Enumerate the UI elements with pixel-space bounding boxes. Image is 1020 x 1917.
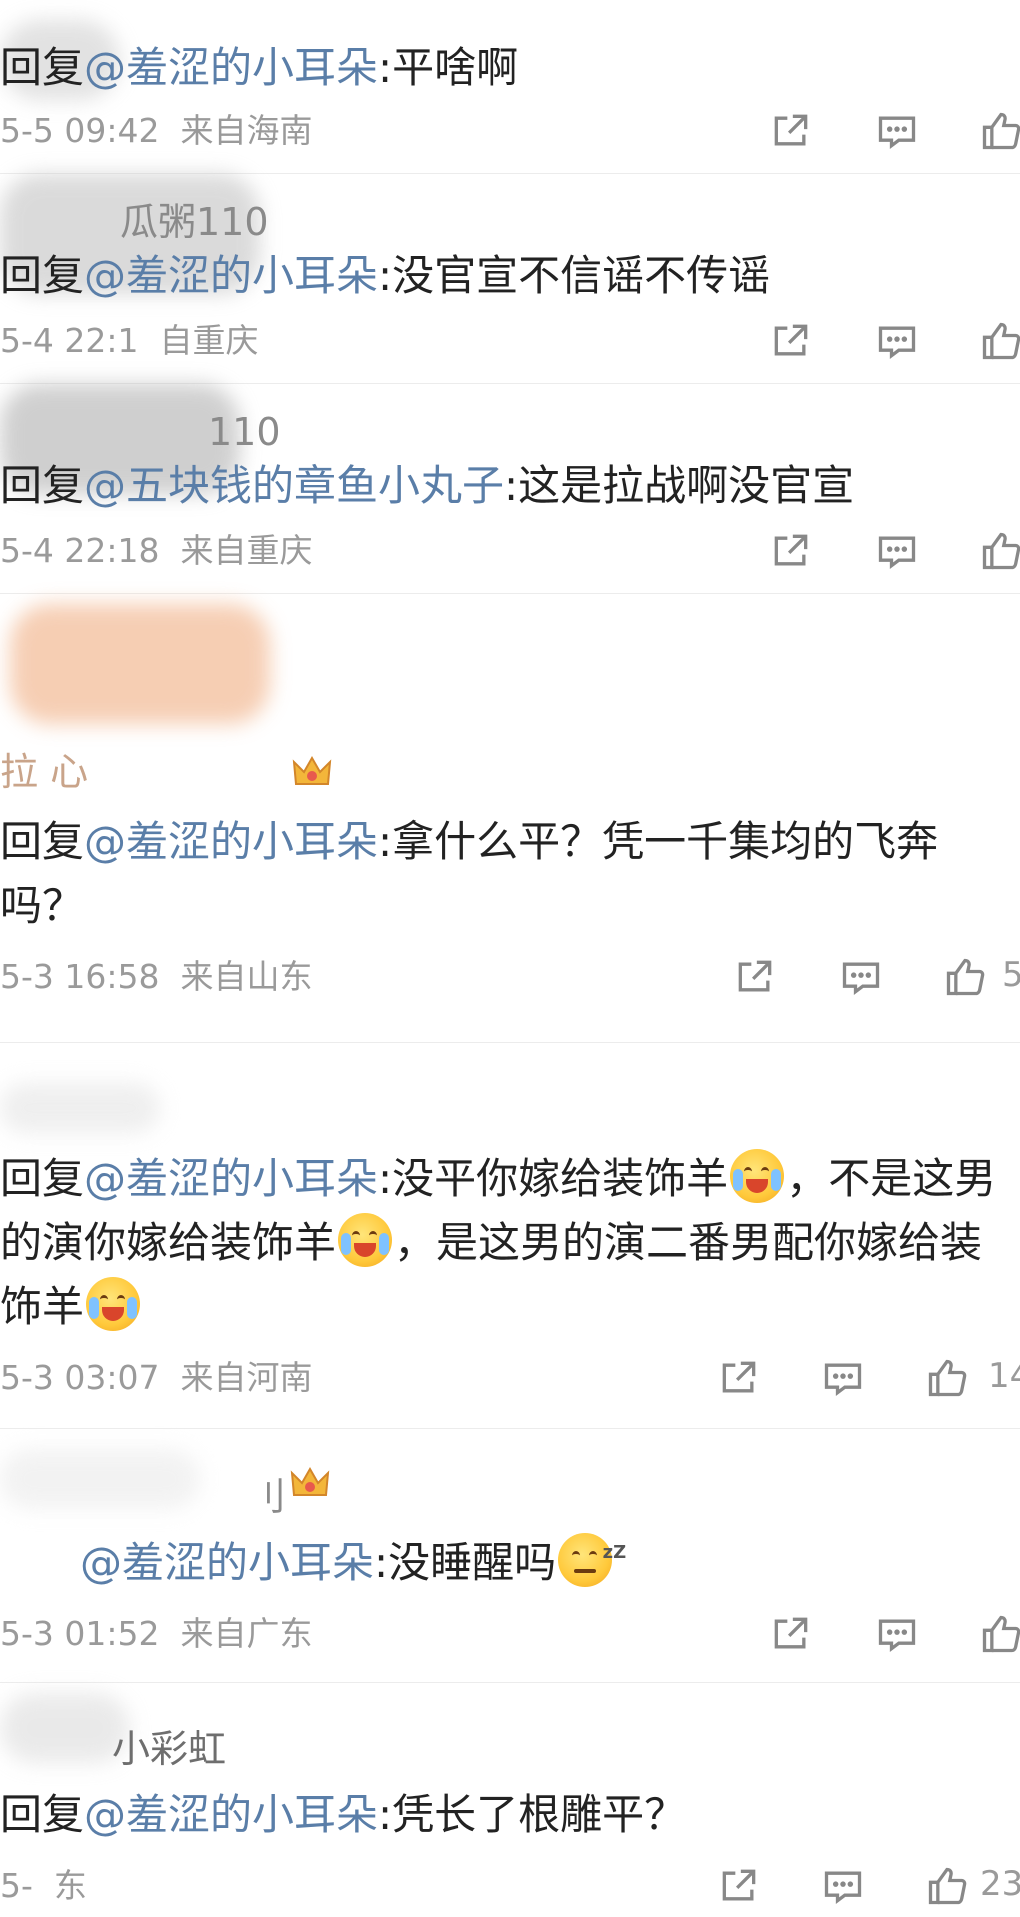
- thumbs-up-icon: [928, 1867, 967, 1905]
- share-button[interactable]: [766, 106, 816, 156]
- like-button[interactable]: [922, 1861, 972, 1911]
- comment-text: 回复@羞涩的小耳朵:凭长了根雕平？: [0, 1790, 687, 1839]
- thumbs-up-icon: [946, 958, 985, 996]
- comment-text: 回复@羞涩的小耳朵:没平你嫁给装饰羊 ，不是这男的演你嫁给装饰羊 ，是这男的演二番男…: [0, 1147, 1010, 1339]
- share-icon: [722, 1869, 756, 1901]
- comment-text: 回复@羞涩的小耳朵:平啥啊: [0, 43, 519, 92]
- comment-item: 拉 心 回复@羞涩的小耳朵:拿什么平？凭一千集均的飞奔吗？ 5-3 16:58 …: [0, 594, 1020, 1042]
- comment-item: 回复@羞涩的小耳朵:平啥啊 5-5 09:42 来自海南: [0, 0, 1020, 174]
- like-button[interactable]: [922, 1353, 972, 1403]
- comment-username[interactable]: 瓜粥110: [120, 196, 269, 248]
- mention-link[interactable]: @羞涩的小耳朵: [80, 1538, 374, 1587]
- sleepy-emoji-icon: zZ: [558, 1533, 626, 1587]
- laugh-cry-emoji-icon: [730, 1149, 785, 1203]
- comment-item: 刂 @羞涩的小耳朵:没睡醒吗 zZ 5-3 01:52 来自广东: [0, 1429, 1020, 1683]
- comment-icon: [878, 1619, 916, 1652]
- mention-link[interactable]: @羞涩的小耳朵: [84, 1154, 378, 1203]
- like-count: 23: [980, 1864, 1020, 1904]
- comment-button[interactable]: [818, 1353, 868, 1403]
- thumbs-up-icon: [982, 112, 1020, 150]
- mention-link[interactable]: @羞涩的小耳朵: [84, 43, 378, 92]
- share-icon: [774, 1617, 808, 1649]
- laugh-cry-emoji-icon: [86, 1277, 141, 1331]
- comment-text: @羞涩的小耳朵:没睡醒吗 zZ: [80, 1531, 1010, 1595]
- like-button[interactable]: [976, 1609, 1020, 1659]
- share-button[interactable]: [766, 1609, 816, 1659]
- like-count: 14: [988, 1356, 1020, 1396]
- comment-text: 回复@羞涩的小耳朵:拿什么平？凭一千集均的飞奔吗？: [0, 817, 939, 930]
- share-icon: [774, 534, 808, 566]
- comment-icon: [878, 536, 916, 569]
- comment-button[interactable]: [818, 1861, 868, 1911]
- comment-icon: [878, 116, 916, 149]
- mention-link[interactable]: @羞涩的小耳朵: [84, 817, 378, 866]
- share-button[interactable]: [714, 1861, 764, 1911]
- thumbs-up-icon: [928, 1359, 967, 1397]
- comment-username[interactable]: 拉 心: [0, 746, 88, 798]
- comment-item: 110 回复@五块钱的章鱼小丸子:这是拉战啊没官宣 5-4 22:18 来自重庆: [0, 384, 1020, 594]
- comment-icon: [842, 962, 880, 995]
- like-button[interactable]: [976, 316, 1020, 366]
- comment-button[interactable]: [872, 106, 922, 156]
- thumbs-up-icon: [982, 322, 1020, 360]
- comment-item: 瓜粥110 回复@羞涩的小耳朵:没官宣不信谣不传谣 5-4 22:1 自重庆: [0, 174, 1020, 384]
- mention-link[interactable]: @羞涩的小耳朵: [84, 1790, 378, 1839]
- share-button[interactable]: [766, 316, 816, 366]
- mention-link[interactable]: @羞涩的小耳朵: [84, 251, 378, 300]
- crown-icon: [292, 755, 332, 785]
- like-button[interactable]: [976, 106, 1020, 156]
- comment-text: 回复@羞涩的小耳朵:没官宣不信谣不传谣: [0, 251, 771, 300]
- comment-icon: [824, 1363, 862, 1396]
- like-button[interactable]: [976, 526, 1020, 576]
- comment-button[interactable]: [836, 952, 886, 1002]
- comment-username[interactable]: 小彩虹: [112, 1723, 226, 1775]
- share-button[interactable]: [766, 526, 816, 576]
- comment-button[interactable]: [872, 1609, 922, 1659]
- laugh-cry-emoji-icon: [338, 1213, 393, 1267]
- comment-item: 回复@羞涩的小耳朵:没平你嫁给装饰羊 ，不是这男的演你嫁给装饰羊 ，是这男的演二番男…: [0, 1043, 1020, 1429]
- comment-username[interactable]: 刂: [248, 1471, 286, 1523]
- share-button[interactable]: [714, 1353, 764, 1403]
- like-button[interactable]: [940, 952, 990, 1002]
- comment-item: 小彩虹 回复@羞涩的小耳朵:凭长了根雕平？ 5- 东 23: [0, 1683, 1020, 1917]
- share-icon: [774, 114, 808, 146]
- thumbs-up-icon: [982, 532, 1020, 570]
- comment-button[interactable]: [872, 526, 922, 576]
- comment-text: 回复@五块钱的章鱼小丸子:这是拉战啊没官宣: [0, 461, 855, 510]
- comment-username[interactable]: 110: [208, 406, 281, 458]
- comment-icon: [824, 1871, 862, 1904]
- thumbs-up-icon: [982, 1615, 1020, 1653]
- share-icon: [738, 960, 772, 992]
- comment-button[interactable]: [872, 316, 922, 366]
- comment-icon: [878, 326, 916, 359]
- crown-icon: [290, 1466, 330, 1496]
- share-icon: [774, 324, 808, 356]
- share-icon: [722, 1361, 756, 1393]
- like-count: 5: [1002, 955, 1020, 995]
- mention-link[interactable]: @五块钱的章鱼小丸子: [84, 461, 504, 510]
- share-button[interactable]: [730, 952, 780, 1002]
